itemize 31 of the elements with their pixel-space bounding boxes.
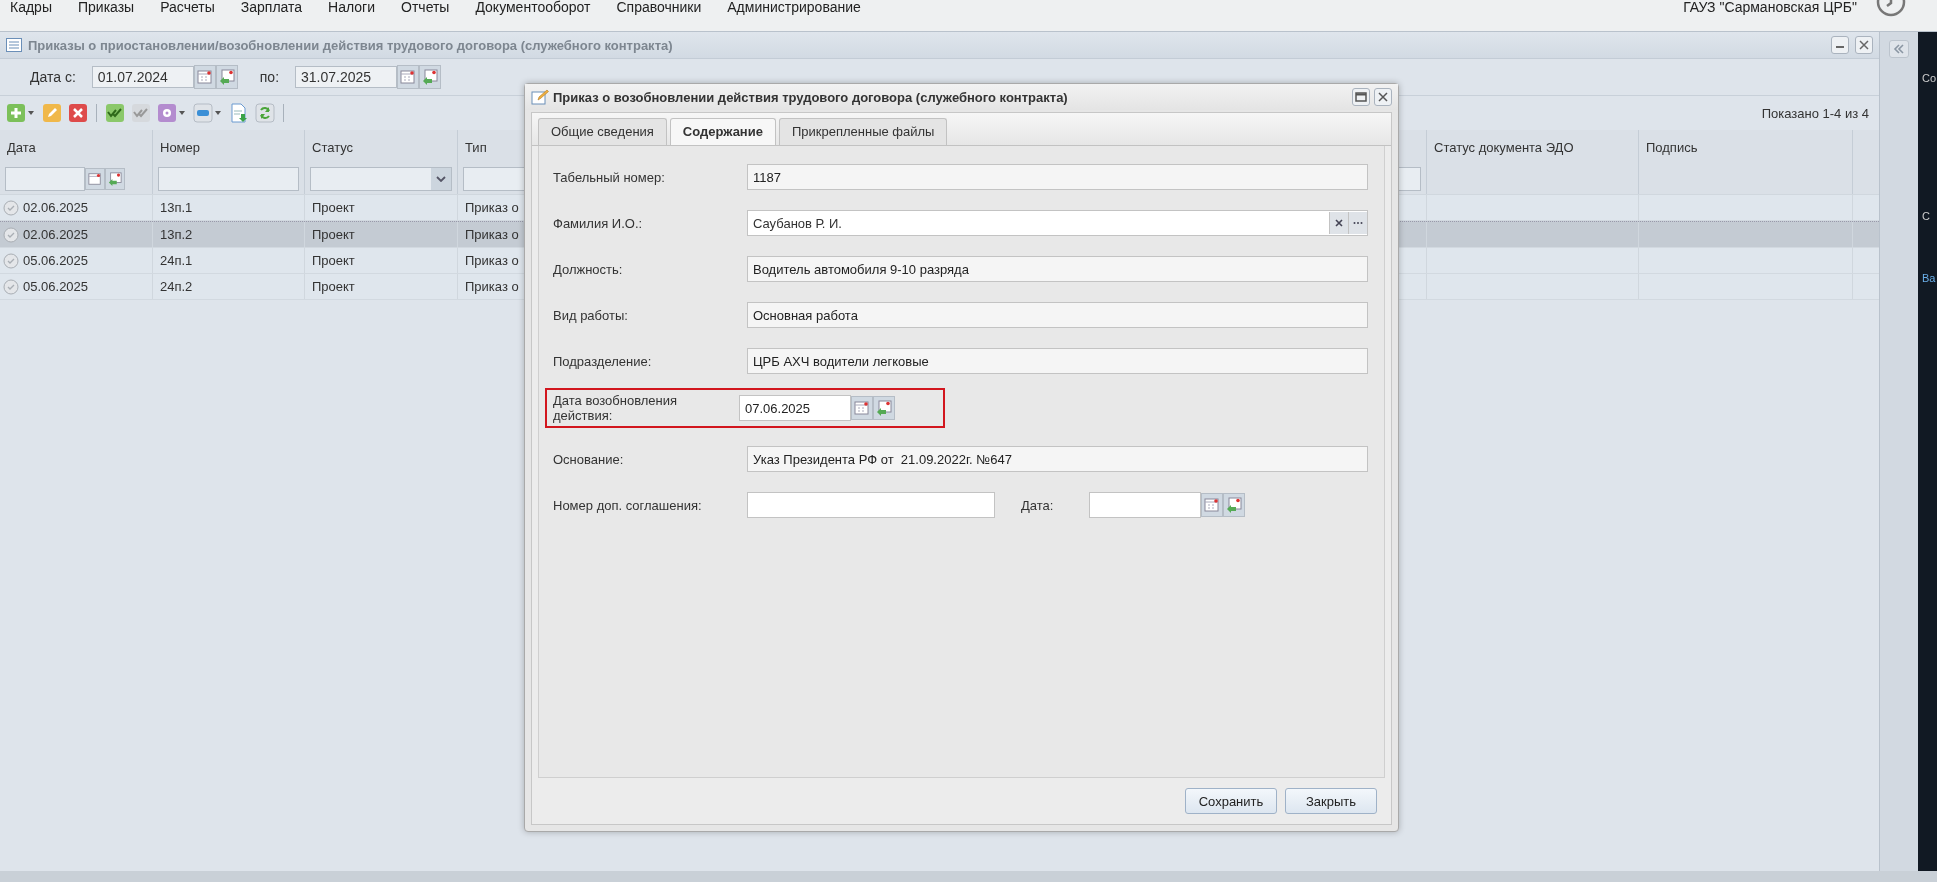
field-label: Табельный номер: — [553, 169, 666, 185]
table-cell: Проект — [312, 227, 355, 242]
dialog-title: Приказ о возобновлении действия трудового договора (служебного контракта) — [553, 89, 1068, 105]
table-cell: 24п.2 — [160, 279, 193, 294]
table-cell: 24п.1 — [160, 253, 193, 268]
panel-title: Приказы о приостановлении/возобновлении действия трудового договора (служебного контракта) — [28, 37, 673, 53]
date-from-label: Дата с: — [30, 69, 76, 85]
field-label: Дата: — [1021, 497, 1055, 513]
table-cell: Приказ о — [465, 279, 519, 294]
table-cell: Приказ о — [465, 200, 519, 215]
field-label: Фамилия И.О.: — [553, 215, 644, 231]
field-label: Подразделение: — [553, 353, 653, 369]
table-cell: Проект — [312, 253, 355, 268]
table-cell: 13п.1 — [160, 200, 193, 215]
table-cell: 02.06.2025 — [23, 200, 89, 215]
field-label: Номер доп. соглашения: — [553, 497, 703, 513]
table-cell: Проект — [312, 279, 355, 294]
table-cell: 05.06.2025 — [23, 253, 89, 268]
table-cell: 05.06.2025 — [23, 279, 89, 294]
field-label: Вид работы: — [553, 307, 629, 323]
field-label: Дата возобновления действия: — [553, 393, 679, 423]
paging-info: Показано 1-4 из 4 — [1761, 105, 1870, 121]
field-label: Должность: — [553, 261, 624, 277]
table-cell: Проект — [312, 200, 355, 215]
organization-name: ГАУЗ "Сармановская ЦРБ" — [1683, 0, 1857, 14]
table-cell: 02.06.2025 — [23, 227, 89, 242]
date-to-label: по: — [259, 69, 280, 85]
table-cell: Приказ о — [465, 253, 519, 268]
table-cell: Приказ о — [465, 227, 519, 242]
table-cell: 13п.2 — [160, 227, 193, 242]
field-label: Основание: — [553, 451, 625, 467]
